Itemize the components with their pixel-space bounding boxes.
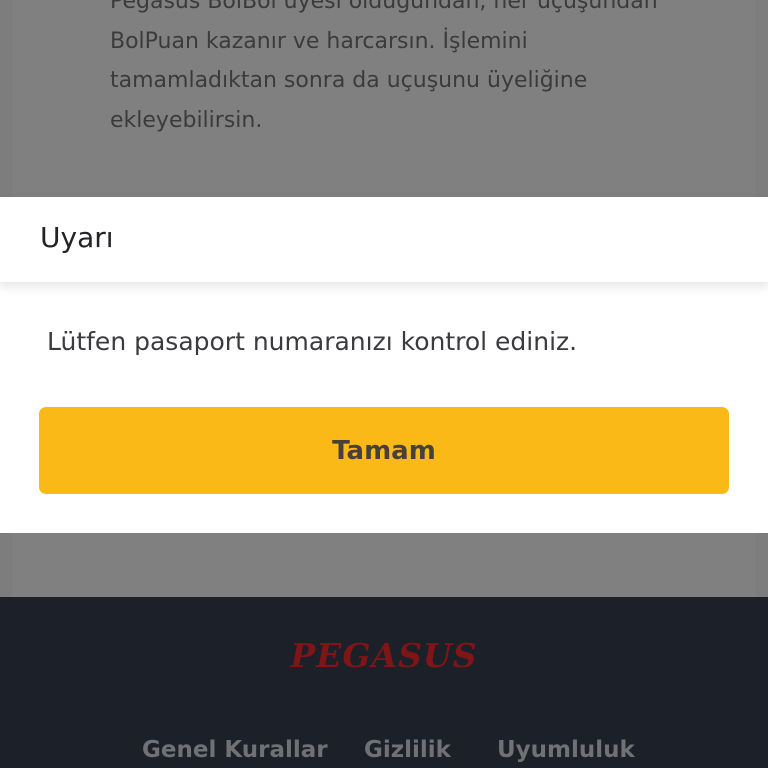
paragraph-line: Pegasus BolBol üyesi olduğundan, her uçu… [110,0,658,14]
page: Pegasus BolBol üyesi olduğundan, her uçu… [0,0,768,768]
alert-dialog: Uyarı Lütfen pasaport numaranızı kontrol… [0,197,768,533]
paragraph-line: ekleyebilirsin. [110,107,263,133]
pegasus-logo[interactable]: PEGASUS [0,636,768,675]
footer-links: Genel Kurallar Gizlilik Uyumluluk [0,737,768,768]
bolbol-info-paragraph: Pegasus BolBol üyesi olduğundan, her uçu… [110,0,670,140]
footer-link-gizlilik[interactable]: Gizlilik [364,737,451,763]
dialog-message: Lütfen pasaport numaranızı kontrol edini… [47,327,578,356]
ok-button[interactable]: Tamam [39,407,729,494]
dialog-title: Uyarı [40,221,114,254]
paragraph-line: BolPuan kazanır ve harcarsın. İşlemini [110,28,528,54]
dialog-header: Uyarı [0,197,768,283]
footer-link-uyumluluk[interactable]: Uyumluluk [497,737,635,763]
footer-link-genel-kurallar[interactable]: Genel Kurallar [142,737,328,763]
paragraph-line: tamamladıktan sonra da uçuşunu üyeliğine [110,68,588,93]
